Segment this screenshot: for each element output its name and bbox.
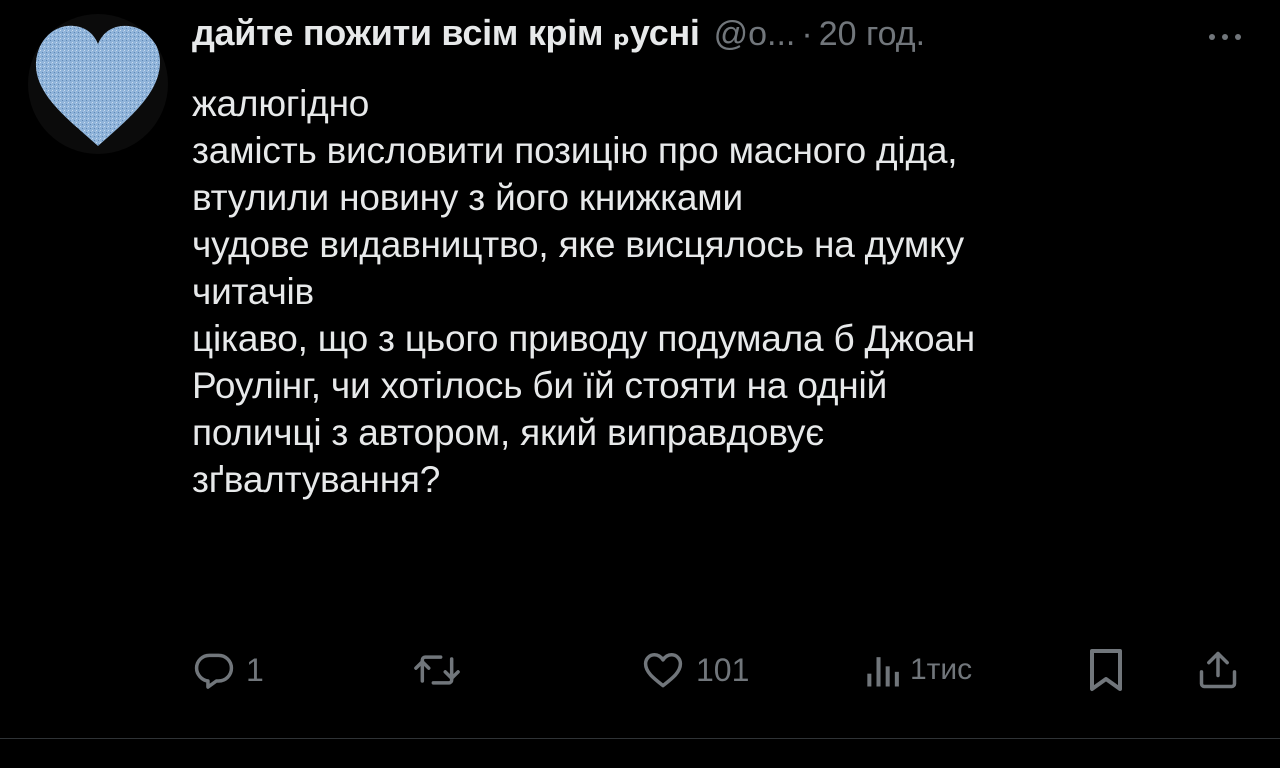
tweet-text-line: втулили новину з його книжками [192, 177, 743, 218]
bookmark-icon [1090, 649, 1122, 691]
avatar[interactable] [28, 14, 168, 154]
tweet-text-line: чудове видавництво, яке висцялось на дум… [192, 224, 964, 265]
more-icon [1209, 34, 1241, 40]
tweet-text-line: Роулінг, чи хотілось би їй стояти на одн… [192, 365, 888, 406]
views-count: 1тис [910, 653, 973, 686]
divider [0, 738, 1280, 739]
tweet-text-line: жалюгідно [192, 83, 370, 124]
heart-icon [643, 653, 683, 688]
tweet-text-line: цікаво, що з цього приводу подумала б Дж… [192, 318, 975, 359]
display-name[interactable]: дайте пожити всім крім ₚусні [192, 12, 700, 54]
tweet[interactable]: дайте пожити всім крім ₚусні @o... · 20 … [0, 0, 1280, 740]
views-icon [867, 657, 899, 687]
separator-dot: · [801, 15, 813, 53]
more-options-button[interactable] [1200, 22, 1250, 52]
tweet-text-line: замість висловити позицію про масного ді… [192, 130, 958, 171]
tweet-text-line: читачів [192, 271, 314, 312]
retweet-button[interactable] [412, 640, 472, 700]
tweet-text: жалюгідно замість висловити позицію про … [192, 80, 1252, 503]
share-button[interactable] [1196, 640, 1240, 700]
tweet-text-line: поличці з автором, який виправдовує [192, 412, 824, 453]
heart-icon [35, 25, 161, 147]
reply-button[interactable]: 1 [192, 640, 264, 700]
like-button[interactable]: 101 [640, 640, 749, 700]
user-handle[interactable]: @o... [714, 15, 796, 54]
views-button[interactable]: 1тис [862, 640, 972, 700]
like-count: 101 [696, 651, 750, 688]
reply-icon [194, 653, 234, 689]
retweet-icon [414, 655, 460, 685]
tweet-actions: 1 101 1тис [0, 640, 1280, 700]
tweet-header: дайте пожити всім крім ₚусні @o... · 20 … [192, 12, 925, 68]
share-icon [1199, 651, 1237, 689]
reply-count: 1 [246, 651, 264, 688]
tweet-text-line: зґвалтування? [192, 459, 441, 500]
timestamp[interactable]: 20 год. [819, 15, 925, 54]
bookmark-button[interactable] [1086, 640, 1126, 700]
